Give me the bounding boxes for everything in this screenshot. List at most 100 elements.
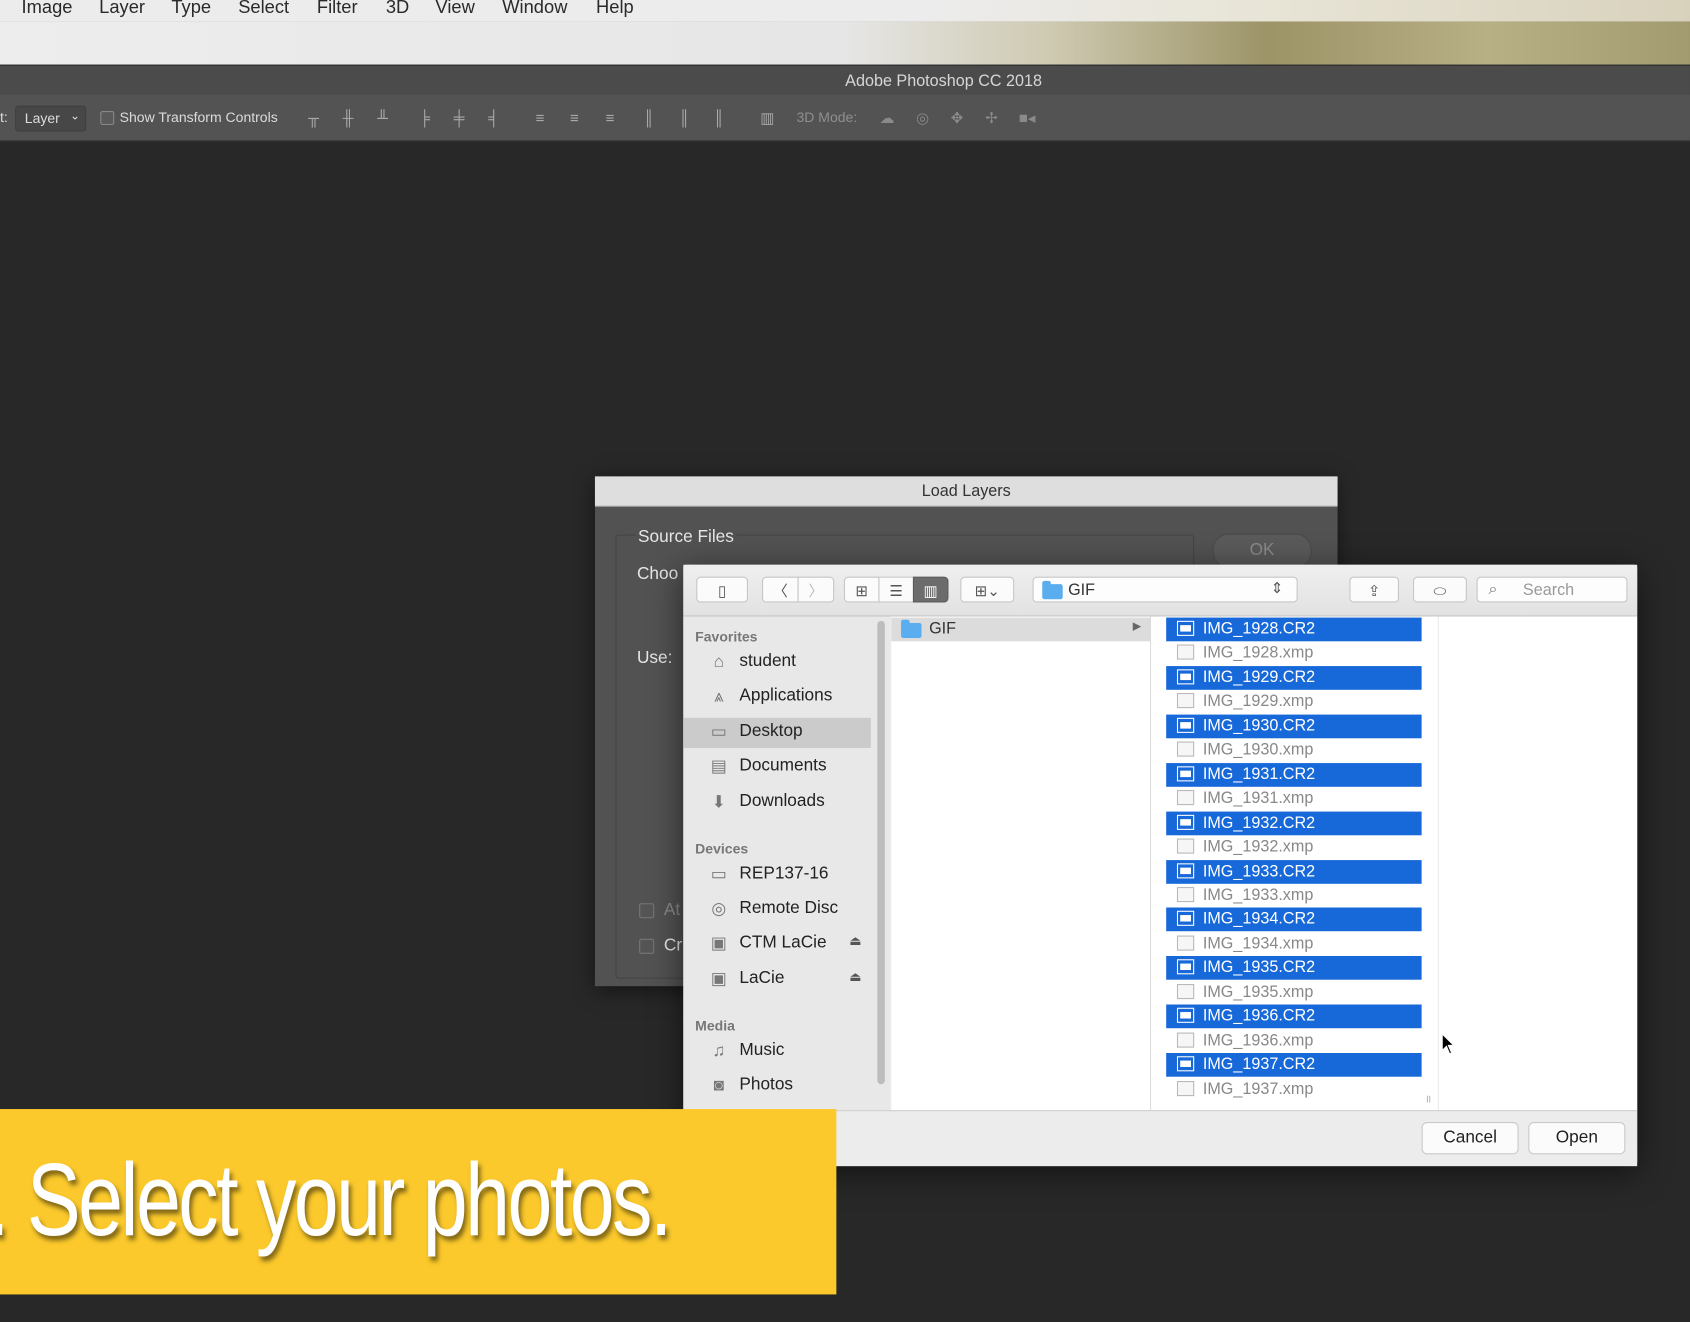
sidebar-scrollbar[interactable] (877, 620, 885, 1085)
search-field[interactable]: ⌕ Search (1476, 576, 1628, 603)
align-right-icon[interactable]: ╡ (483, 107, 505, 129)
menu-layer[interactable]: Layer (99, 0, 145, 18)
menu-filter[interactable]: Filter (317, 0, 358, 18)
align-hcenter-icon[interactable]: ╪ (448, 107, 470, 129)
sidebar-item-ctm-lacie[interactable]: ▣ CTM LaCie ⏏ (683, 929, 871, 959)
file-row[interactable]: IMG_1935.xmp (1166, 981, 1421, 1005)
share-button[interactable]: ⇪ (1349, 576, 1399, 603)
3d-roll-icon[interactable]: ◎ (912, 107, 934, 129)
distribute-right-icon[interactable]: ║ (708, 107, 730, 129)
forward-button[interactable]: 〉 (797, 576, 835, 603)
file-row[interactable]: IMG_1930.xmp (1166, 739, 1421, 763)
sidebar-item-applications[interactable]: ⩓ Applications (683, 682, 871, 712)
menu-type[interactable]: Type (171, 0, 211, 18)
3d-camera-icon[interactable]: ■◂ (1016, 107, 1038, 129)
column-view-button[interactable]: ▥ (912, 576, 949, 603)
file-row[interactable]: IMG_1929.CR2 (1166, 665, 1422, 690)
show-transform-label: Show Transform Controls (119, 108, 278, 126)
devices-header: Devices (695, 840, 749, 857)
sidebar-item-music[interactable]: ♫ Music (683, 1037, 871, 1067)
auto-select-value: Layer (24, 109, 60, 127)
distribute-vcenter-icon[interactable]: ≡ (564, 107, 586, 129)
icon-view-button[interactable]: ⊞ (843, 576, 880, 603)
disc-icon: ◎ (711, 899, 727, 919)
auto-align-icon[interactable]: ▥ (757, 107, 779, 129)
sidebar-item-student[interactable]: ⌂ student (683, 648, 871, 678)
file-name: IMG_1936.CR2 (1202, 1006, 1316, 1026)
open-button[interactable]: Open (1528, 1121, 1626, 1155)
eject-icon[interactable]: ⏏ (849, 969, 861, 984)
sidebar-item-lacie[interactable]: ▣ LaCie ⏏ (683, 965, 871, 995)
show-transform-checkbox[interactable] (100, 111, 115, 126)
file-row[interactable]: IMG_1932.xmp (1166, 835, 1421, 859)
file-row[interactable]: IMG_1932.CR2 (1166, 811, 1422, 835)
file-row[interactable]: IMG_1933.xmp (1166, 884, 1421, 908)
chevron-down-icon: ⌄ (70, 109, 80, 123)
menu-3d[interactable]: 3D (386, 0, 409, 18)
file-row[interactable]: IMG_1931.xmp (1166, 787, 1421, 811)
columns-icon: ▥ (923, 582, 938, 600)
distribute-bottom-icon[interactable]: ≡ (599, 107, 621, 129)
file-name: IMG_1936.xmp (1202, 1031, 1314, 1050)
sidebar-item-label: Documents (739, 756, 827, 775)
xmp-file-icon (1176, 790, 1195, 806)
file-row[interactable]: IMG_1928.CR2 (1166, 617, 1422, 642)
file-row[interactable]: IMG_1934.CR2 (1166, 907, 1422, 932)
caption-text: . Select your photos. (0, 1142, 672, 1258)
sidebar-item-rep137[interactable]: ▭ REP137-16 (683, 860, 871, 890)
file-row[interactable]: IMG_1929.xmp (1166, 690, 1421, 714)
file-row[interactable]: IMG_1936.xmp (1166, 1029, 1421, 1053)
create-smart-object-checkbox[interactable] (639, 938, 655, 954)
3d-orbit-icon[interactable]: ☁ (876, 107, 898, 129)
file-row[interactable]: IMG_1935.CR2 (1166, 956, 1422, 981)
align-vcenter-icon[interactable]: ╫ (337, 107, 359, 129)
sidebar-item-remote-disc[interactable]: ◎ Remote Disc (683, 895, 871, 925)
eject-icon[interactable]: ⏏ (849, 933, 861, 948)
file-row[interactable]: IMG_1937.CR2 (1166, 1053, 1422, 1077)
list-view-button[interactable]: ☰ (878, 576, 914, 603)
attempt-align-checkbox[interactable] (639, 903, 655, 919)
align-left-icon[interactable]: ╞ (414, 107, 436, 129)
file-name: IMG_1937.CR2 (1202, 1055, 1316, 1074)
menu-select[interactable]: Select (238, 0, 289, 18)
menu-image[interactable]: Image (22, 0, 73, 18)
browser-column-2: ॥ IMG_1928.CR2 IMG_1928.xmp IMG_1929.CR2 IM… (1151, 616, 1439, 1111)
column-resize-handle[interactable]: ॥ (1425, 1091, 1431, 1106)
sidebar-item-label: Remote Disc (739, 898, 839, 918)
file-row[interactable]: IMG_1936.CR2 (1166, 1004, 1422, 1029)
menu-view[interactable]: View (435, 0, 474, 18)
file-row[interactable]: IMG_1930.CR2 (1166, 714, 1422, 739)
sidebar-toggle-button[interactable]: ▯ (696, 576, 748, 603)
ok-button[interactable]: OK (1212, 533, 1312, 569)
path-popup[interactable]: GIF ⇕ (1032, 576, 1298, 603)
sidebar-item-photos[interactable]: ◙ Photos (683, 1071, 871, 1101)
align-bottom-icon[interactable]: ╨ (372, 107, 394, 129)
file-row[interactable]: IMG_1934.xmp (1166, 932, 1421, 956)
back-button[interactable]: 〈 (762, 576, 799, 603)
search-placeholder: Search (1522, 580, 1575, 600)
sidebar-item-downloads[interactable]: ⬇ Downloads (683, 788, 871, 818)
tags-button[interactable]: ⬭ (1412, 576, 1467, 603)
distribute-top-icon[interactable]: ≡ (529, 107, 551, 129)
3d-slide-icon[interactable]: ✢ (981, 107, 1003, 129)
3d-pan-icon[interactable]: ✥ (946, 107, 968, 129)
source-files-heading: Source Files (635, 528, 737, 548)
file-name: IMG_1932.CR2 (1202, 813, 1316, 832)
distribute-left-icon[interactable]: ║ (638, 107, 660, 129)
arrange-button[interactable]: ⊞⌄ (960, 576, 1015, 603)
file-row[interactable]: IMG_1937.xmp (1166, 1077, 1421, 1101)
list-item-gif-folder[interactable]: GIF ▶ (891, 617, 1151, 642)
menu-help[interactable]: Help (596, 0, 634, 18)
menu-window[interactable]: Window (502, 0, 567, 18)
sidebar-item-documents[interactable]: ▤ Documents (683, 752, 871, 782)
auto-select-dropdown[interactable]: Layer ⌄ (15, 105, 87, 132)
file-row[interactable]: IMG_1931.CR2 (1166, 762, 1422, 787)
sidebar-item-desktop[interactable]: ▭ Desktop (683, 717, 871, 748)
computer-icon: ▭ (710, 865, 728, 884)
cancel-button[interactable]: Cancel (1421, 1121, 1519, 1155)
xmp-file-icon (1176, 741, 1195, 757)
file-row[interactable]: IMG_1928.xmp (1166, 642, 1421, 666)
distribute-hcenter-icon[interactable]: ║ (674, 107, 696, 129)
file-row[interactable]: IMG_1933.CR2 (1166, 859, 1422, 884)
align-top-icon[interactable]: ╥ (303, 107, 325, 129)
